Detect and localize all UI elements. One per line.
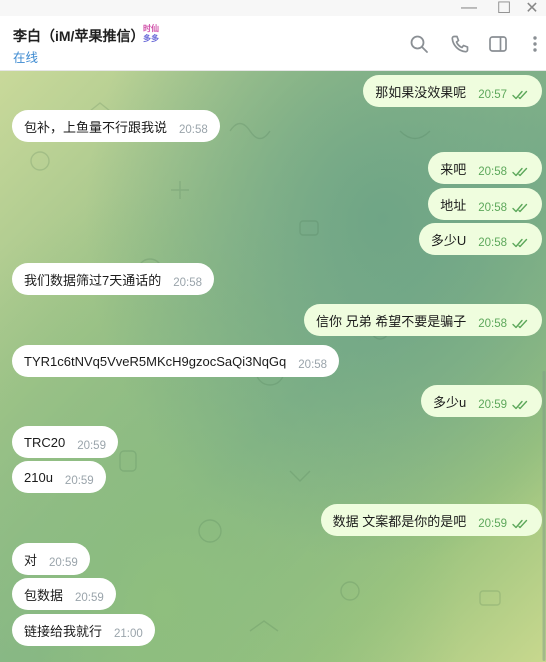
- close-button[interactable]: ✕: [518, 0, 546, 17]
- minimize-icon: —: [461, 0, 477, 16]
- message-text: 多少u: [432, 394, 467, 410]
- message-text: 我们数据筛过7天通话的: [24, 272, 162, 288]
- read-ticks-icon: [512, 238, 528, 248]
- message-time: 20:59: [478, 518, 507, 530]
- incoming-message[interactable]: 链接给我就行 21:00: [12, 614, 155, 646]
- incoming-message[interactable]: TYR1c6tNVq5VveR5MKcH9gzocSaQi3NqGq 20:58: [12, 345, 340, 377]
- maximize-button[interactable]: ☐: [490, 0, 518, 17]
- message-text: 数据 文案都是你的是吧: [332, 513, 467, 529]
- call-button[interactable]: [449, 33, 471, 55]
- message-time: 20:58: [478, 202, 507, 214]
- message-text: 210u: [24, 469, 53, 485]
- read-ticks-icon: [512, 319, 528, 329]
- search-button[interactable]: [408, 33, 430, 55]
- message-text: 对: [24, 552, 38, 568]
- minimize-button[interactable]: —: [455, 0, 483, 16]
- message-time: 20:58: [478, 166, 507, 178]
- more-button[interactable]: [524, 33, 546, 55]
- message-time: 20:58: [298, 359, 328, 371]
- outgoing-message[interactable]: 多少U 20:58: [418, 223, 542, 255]
- incoming-message[interactable]: TRC20 20:59: [12, 426, 118, 458]
- incoming-message[interactable]: 对 20:59: [12, 543, 90, 575]
- incoming-message[interactable]: 我们数据筛过7天通话的 20:58: [12, 263, 215, 295]
- message-text: 包数据: [24, 587, 64, 603]
- message-time: 20:58: [179, 124, 208, 136]
- incoming-message[interactable]: 210u 20:59: [12, 461, 106, 493]
- message-text: 信你 兄弟 希望不要是骗子: [315, 313, 467, 329]
- outgoing-message[interactable]: 多少u 20:59: [420, 385, 542, 417]
- message-text: 来吧: [440, 161, 467, 177]
- outgoing-message[interactable]: 地址 20:58: [428, 188, 542, 220]
- message-time: 20:59: [64, 475, 94, 487]
- read-ticks-icon: [512, 519, 528, 529]
- more-icon: [533, 36, 537, 52]
- message-time: 20:59: [478, 399, 507, 411]
- window-titlebar: — ☐ ✕: [0, 0, 546, 17]
- outgoing-message[interactable]: 那如果没效果呢 20:57: [363, 75, 542, 107]
- message-text: TYR1c6tNVq5VveR5MKcH9gzocSaQi3NqGq: [24, 353, 287, 369]
- message-time: 20:58: [478, 318, 507, 330]
- message-time: 20:58: [478, 237, 507, 249]
- read-ticks-icon: [512, 90, 528, 100]
- message-text: 链接给我就行: [24, 623, 103, 639]
- read-ticks-icon: [512, 400, 528, 410]
- outgoing-message[interactable]: 数据 文案都是你的是吧 20:59: [320, 504, 542, 536]
- read-ticks-icon: [512, 203, 528, 213]
- contact-status: 在线: [13, 51, 39, 65]
- message-time: 21:00: [114, 628, 143, 640]
- sidebar-toggle-icon: [489, 36, 507, 52]
- read-ticks-icon: [512, 167, 528, 177]
- message-list[interactable]: 那如果没效果呢 20:57 包补，上鱼量不行跟我说 20:58 来吧 20:58 地址 20:…: [0, 71, 546, 662]
- message-time: 20:59: [77, 440, 106, 452]
- chat-scrollbar[interactable]: [542, 71, 546, 662]
- message-time: 20:58: [173, 277, 203, 289]
- incoming-message[interactable]: 包数据 20:59: [12, 578, 116, 610]
- message-text: 那如果没效果呢: [375, 84, 467, 100]
- message-text: 包补，上鱼量不行跟我说: [24, 119, 168, 135]
- message-text: 地址: [440, 197, 467, 213]
- incoming-message[interactable]: 包补，上鱼量不行跟我说 20:58: [12, 110, 220, 142]
- outgoing-message[interactable]: 来吧 20:58: [428, 152, 542, 184]
- message-text: TRC20: [24, 434, 66, 450]
- chat-header[interactable]: 李白（iM/苹果推信） 时仙 多多 在线: [0, 16, 546, 71]
- message-time: 20:59: [75, 592, 104, 604]
- outgoing-message[interactable]: 信你 兄弟 希望不要是骗子 20:58: [303, 304, 542, 336]
- phone-icon: [451, 35, 469, 53]
- sidebar-toggle-button[interactable]: [487, 33, 509, 55]
- message-time: 20:57: [478, 89, 507, 101]
- contact-name: 李白（iM/苹果推信）: [13, 28, 145, 44]
- message-text: 多少U: [430, 232, 467, 248]
- emoji-badge: 时仙 多多: [143, 24, 159, 43]
- message-time: 20:59: [49, 557, 78, 569]
- search-icon: [410, 35, 428, 53]
